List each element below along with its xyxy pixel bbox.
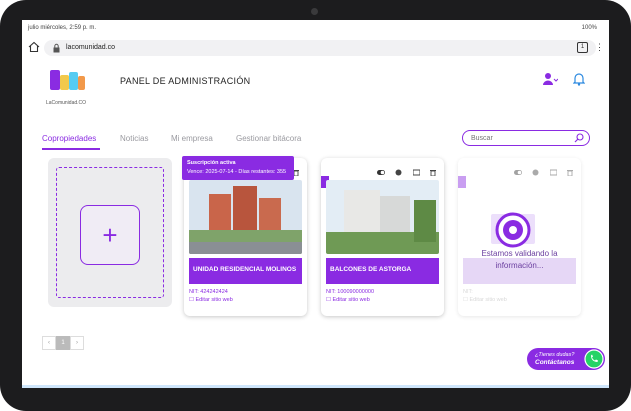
property-name: UNIDAD RESIDENCIAL MOLINOS [193,266,297,273]
toggle-icon [513,170,522,175]
card-actions [371,163,436,177]
bottom-accent-bar [22,385,609,388]
bell-icon[interactable] [573,72,585,86]
camera [311,8,318,15]
add-property-card[interactable]: + [48,158,172,307]
address-bar[interactable]: lacomunidad.co [44,40,596,56]
property-nit: NIT: [463,289,473,295]
battery-level: 100% [581,25,597,31]
property-nit: NIT: 424242424 [189,289,228,295]
trash-icon[interactable] [430,169,436,177]
app-content: LaComunidad.CO PANEL DE ADMINISTRACIÓN C… [22,60,609,388]
tab-count-button[interactable]: 1 [577,42,588,53]
edit-website-link: ☐ Editar sitio web [463,297,507,303]
subscription-expiry: Vence: 2025-07-14 - Días restantes: 355 [187,169,287,175]
palette-icon[interactable] [395,169,402,176]
card-actions [508,163,573,177]
edit-website-label: Editar sitio web [195,297,233,303]
active-tab-indicator [42,148,100,150]
trash-icon [567,170,573,177]
search-input[interactable] [471,132,571,144]
search-icon[interactable] [574,133,584,143]
brand-logo-text: LaComunidad.CO [46,100,87,106]
tab-mi-empresa[interactable]: Mi empresa [171,134,213,143]
tab-gestionar-bitacora[interactable]: Gestionar bitácora [236,134,301,143]
property-card-astorga[interactable]: BALCONES DE ASTORGA NIT: 100090000000 ☐ … [321,158,444,316]
next-page-button[interactable]: › [70,336,84,350]
plus-icon: + [102,220,118,250]
tab-copropiedades[interactable]: Copropiedades [42,134,96,143]
toggle-icon[interactable] [376,169,385,176]
lock-icon [53,43,60,53]
subscription-badge: Suscripción activa Vence: 2025-07-14 - D… [182,156,294,180]
property-name-bar: BALCONES DE ASTORGA [326,258,439,284]
brand-logo[interactable] [46,66,88,96]
add-property-button[interactable]: + [80,205,140,265]
card-payment-icon [549,169,558,176]
property-name-bar: UNIDAD RESIDENCIAL MOLINOS [189,258,302,284]
edit-website-link[interactable]: ☐ Editar sitio web [189,297,233,303]
whatsapp-icon [584,349,604,369]
edit-website-link[interactable]: ☐ Editar sitio web [326,297,370,303]
card-flag [458,176,466,188]
contact-label: Contáctanos [535,359,575,366]
user-menu-icon[interactable] [542,72,558,86]
palette-icon [532,169,539,176]
tablet-bezel: julio miércoles, 2:59 p. m. 100% lacomun… [0,0,631,411]
subscription-status: Suscripción activa [187,160,236,166]
status-bar: julio miércoles, 2:59 p. m. 100% [22,20,609,36]
browser-menu-icon[interactable]: ⋮ [595,41,604,53]
url-text: lacomunidad.co [66,44,116,51]
property-image [326,180,439,254]
prev-page-button[interactable]: ‹ [42,336,56,350]
edit-website-label: Editar sitio web [469,297,507,303]
validating-message: Estamos validando la información... [481,249,558,270]
search-box [462,130,590,146]
contact-question: ¿Tienes dudas? [535,352,575,358]
card-payment-icon[interactable] [412,169,421,176]
property-card-molinos[interactable]: UNIDAD RESIDENCIAL MOLINOS NIT: 42424242… [184,158,307,316]
contact-button[interactable]: ¿Tienes dudas? Contáctanos [527,348,605,370]
property-nit: NIT: 100090000000 [326,289,375,295]
page-title: PANEL DE ADMINISTRACIÓN [120,76,251,86]
browser-toolbar: lacomunidad.co 1 ⋮ [22,36,609,60]
status-time: julio miércoles, 2:59 p. m. [28,25,97,31]
property-name: BALCONES DE ASTORGA [330,266,412,273]
home-icon[interactable] [28,41,40,53]
screen: julio miércoles, 2:59 p. m. 100% lacomun… [22,20,609,388]
tab-noticias[interactable]: Noticias [120,134,148,143]
edit-website-label: Editar sitio web [332,297,370,303]
property-image [189,180,302,254]
page-number[interactable]: 1 [56,336,70,350]
